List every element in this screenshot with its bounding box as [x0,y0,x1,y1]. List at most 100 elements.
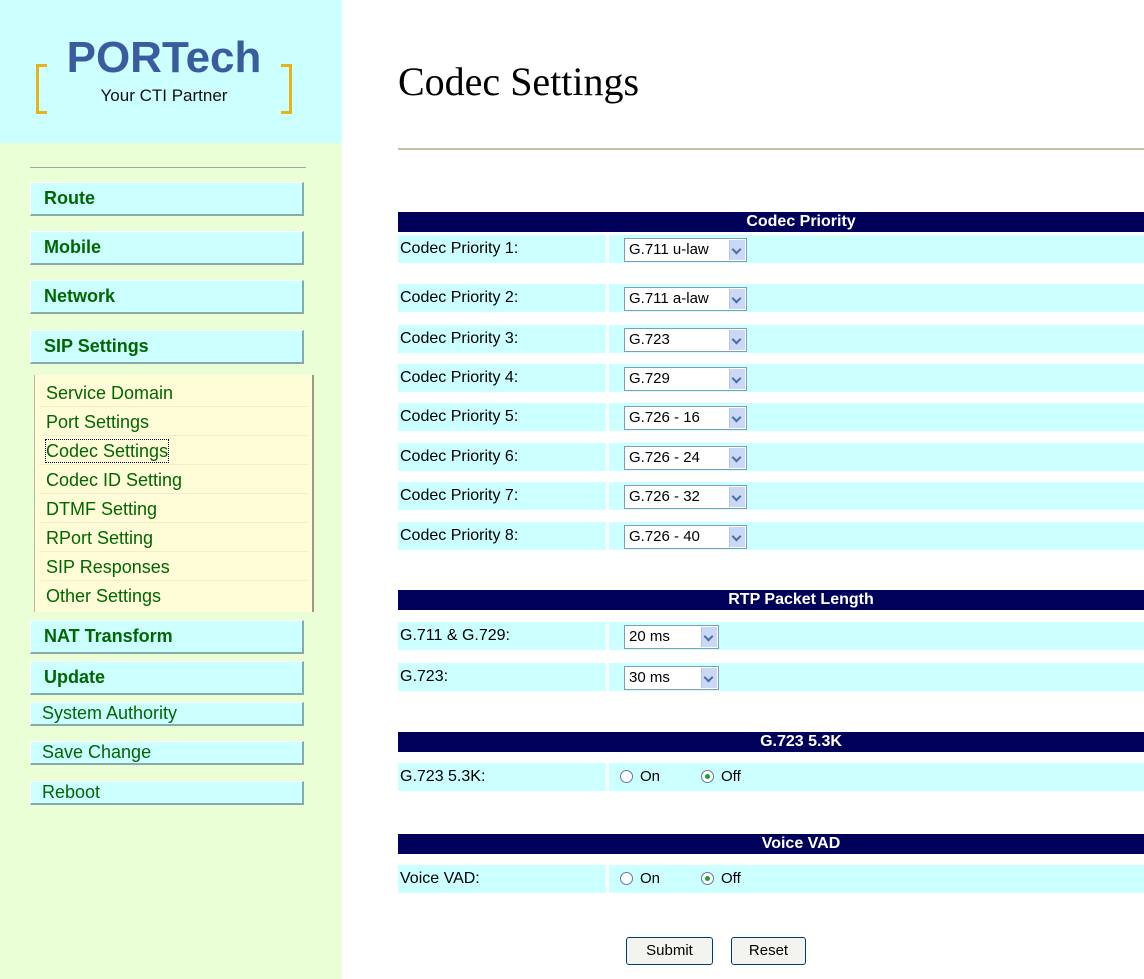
codec-priority-label: Codec Priority 3: [398,325,606,353]
codec-priority-7-select[interactable]: G.726 - 32 [624,485,747,509]
rtp-g723-select[interactable]: 30 ms [624,666,719,690]
rtp-packet-length-row: G.723: 30 ms [398,663,1144,691]
logo-area: PORTech Your CTI Partner [0,0,342,143]
codec-priority-value-cell: G.726 - 16 [609,403,1144,431]
select-value: G.726 - 16 [629,409,700,426]
rtp-packet-length-row: G.711 & G.729: 20 ms [398,622,1144,650]
voice-vad-on-option[interactable]: On [620,865,680,893]
g723-53k-label: G.723 5.3K: [398,763,606,791]
rtp-packet-length-label: G.711 & G.729: [398,622,606,650]
codec-priority-value-cell: G.726 - 24 [609,443,1144,471]
dropdown-arrow-icon [729,240,745,260]
g723-53k-row: G.723 5.3K: On Off [398,763,1144,791]
submenu-sip-responses[interactable]: SIP Responses [46,556,170,578]
rtp-g711-g729-select[interactable]: 20 ms [624,625,719,649]
dropdown-arrow-icon [729,289,745,309]
g723-53k-value-cell: On Off [609,763,1144,791]
sip-settings-submenu: Service Domain Port Settings Codec Setti… [34,375,314,612]
sidebar-divider [30,167,306,168]
codec-priority-5-select[interactable]: G.726 - 16 [624,406,747,430]
codec-priority-2-select[interactable]: G.711 a-law [624,287,747,311]
g723-53k-on-option[interactable]: On [620,763,680,791]
codec-priority-3-select[interactable]: G.723 [624,328,747,352]
codec-priority-value-cell: G.711 u-law [609,235,1144,263]
codec-priority-label: Codec Priority 7: [398,482,606,510]
codec-priority-1-select[interactable]: G.711 u-law [624,238,747,262]
sidebar: PORTech Your CTI Partner Route Mobile Ne… [0,0,342,979]
nav-sip-settings[interactable]: SIP Settings [30,330,304,364]
codec-priority-8-select[interactable]: G.726 - 40 [624,525,747,549]
codec-priority-row: Codec Priority 6: G.726 - 24 [398,443,1144,471]
submenu-divider [39,522,307,523]
submenu-divider [39,435,307,436]
select-value: G.726 - 40 [629,528,700,545]
select-value: G.729 [629,370,670,387]
nav-nat-transform[interactable]: NAT Transform [30,620,304,654]
codec-priority-6-select[interactable]: G.726 - 24 [624,446,747,470]
rtp-packet-length-value-cell: 20 ms [609,622,1144,650]
submenu-port-settings[interactable]: Port Settings [46,411,149,433]
submenu-codec-id-setting[interactable]: Codec ID Setting [46,469,182,491]
submit-button[interactable]: Submit [626,937,713,965]
g723-53k-heading: G.723 5.3K [398,732,1144,752]
nav-route[interactable]: Route [30,182,304,216]
radio-unchecked-icon[interactable] [620,872,633,885]
radio-label: Off [721,870,741,887]
dropdown-arrow-icon [729,448,745,468]
nav-mobile[interactable]: Mobile [30,231,304,265]
submenu-other-settings[interactable]: Other Settings [46,585,161,607]
codec-priority-row: Codec Priority 4: G.729 [398,364,1144,392]
codec-priority-4-select[interactable]: G.729 [624,367,747,391]
reset-button[interactable]: Reset [731,937,806,965]
rtp-packet-length-label: G.723: [398,663,606,691]
select-value: G.723 [629,331,670,348]
portech-logo: PORTech Your CTI Partner [36,33,292,114]
nav-reboot[interactable]: Reboot [30,781,304,805]
select-value: G.711 a-law [629,290,709,307]
voice-vad-off-option[interactable]: Off [701,865,761,893]
codec-priority-row: Codec Priority 3: G.723 [398,325,1144,353]
codec-priority-heading: Codec Priority [398,212,1144,232]
submenu-divider [39,464,307,465]
voice-vad-heading: Voice VAD [398,834,1144,854]
dropdown-arrow-icon [729,527,745,547]
nav-system-authority[interactable]: System Authority [30,702,304,726]
submenu-dtmf-setting[interactable]: DTMF Setting [46,498,157,520]
submenu-codec-settings[interactable]: Codec Settings [44,439,170,463]
radio-unchecked-icon[interactable] [620,770,633,783]
voice-vad-row: Voice VAD: On Off [398,865,1144,893]
rtp-packet-length-value-cell: 30 ms [609,663,1144,691]
codec-priority-row: Codec Priority 5: G.726 - 16 [398,403,1144,431]
codec-priority-row: Codec Priority 1: G.711 u-law [398,235,1144,263]
codec-priority-value-cell: G.723 [609,325,1144,353]
voice-vad-value-cell: On Off [609,865,1144,893]
logo-brand: PORTech [66,33,262,82]
radio-checked-icon[interactable] [701,770,714,783]
g723-53k-off-option[interactable]: Off [701,763,761,791]
dropdown-arrow-icon [701,627,717,647]
codec-priority-label: Codec Priority 8: [398,522,606,550]
submenu-rport-setting[interactable]: RPort Setting [46,527,153,549]
nav-network[interactable]: Network [30,280,304,314]
codec-priority-value-cell: G.726 - 32 [609,482,1144,510]
dropdown-arrow-icon [729,369,745,389]
select-value: 20 ms [629,628,670,645]
codec-priority-label: Codec Priority 1: [398,235,606,263]
codec-priority-value-cell: G.711 a-law [609,284,1144,312]
submenu-service-domain[interactable]: Service Domain [46,382,173,404]
select-value: G.711 u-law [629,241,709,258]
submenu-divider [39,551,307,552]
nav-update[interactable]: Update [30,661,304,695]
codec-priority-value-cell: G.729 [609,364,1144,392]
select-value: 30 ms [629,669,670,686]
dropdown-arrow-icon [729,330,745,350]
radio-checked-icon[interactable] [701,872,714,885]
submenu-divider [39,580,307,581]
voice-vad-label: Voice VAD: [398,865,606,893]
nav-save-change[interactable]: Save Change [30,741,304,765]
codec-priority-label: Codec Priority 4: [398,364,606,392]
select-value: G.726 - 24 [629,449,700,466]
codec-priority-row: Codec Priority 2: G.711 a-law [398,284,1144,312]
title-divider [398,148,1144,150]
submenu-divider [39,493,307,494]
